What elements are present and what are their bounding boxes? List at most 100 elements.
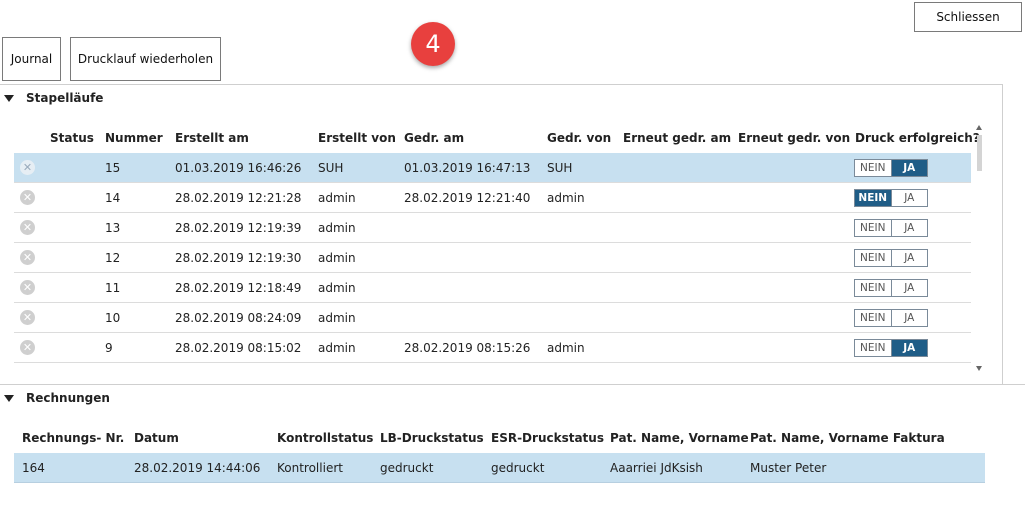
col-header-reprinted-by[interactable]: Erneut gedr. von: [738, 131, 850, 145]
toggle-no-option[interactable]: NEIN: [855, 340, 891, 356]
toggle-yes-option[interactable]: JA: [890, 310, 928, 326]
cell-number: 15: [105, 161, 121, 175]
cell-date: 28.02.2019 14:44:06: [134, 461, 261, 475]
col-header-created-at[interactable]: Erstellt am: [175, 131, 249, 145]
cell-created-at: 28.02.2019 12:19:39: [175, 221, 302, 235]
cancel-status-icon[interactable]: ✕: [20, 220, 35, 235]
col-header-patient-billing[interactable]: Pat. Name, Vorname Faktura: [750, 431, 945, 445]
cell-printed-at: 01.03.2019 16:47:13: [404, 161, 531, 175]
toolbar-divider: [0, 84, 1003, 85]
cancel-status-icon[interactable]: ✕: [20, 310, 35, 325]
batches-section-title: Stapelläufe: [26, 91, 104, 105]
toggle-no-option[interactable]: NEIN: [855, 280, 891, 296]
table-row[interactable]: ✕ 14 28.02.2019 12:21:28 admin 28.02.2019 12…: [14, 183, 971, 213]
toggle-no-option[interactable]: NEIN: [855, 160, 891, 176]
cancel-status-icon[interactable]: ✕: [20, 340, 35, 355]
col-header-invoice-no[interactable]: Rechnungs- Nr.: [22, 431, 124, 445]
toggle-no-option[interactable]: NEIN: [855, 220, 891, 236]
cell-number: 10: [105, 311, 121, 325]
cell-esr-status: gedruckt: [491, 461, 545, 475]
cell-number: 11: [105, 281, 121, 295]
collapse-triangle-icon[interactable]: [4, 394, 14, 402]
cell-patient-billing: Muster Peter: [750, 461, 827, 475]
toggle-no-option[interactable]: NEIN: [855, 190, 891, 206]
cell-printed-at: 28.02.2019 12:21:40: [404, 191, 531, 205]
cancel-status-icon[interactable]: ✕: [20, 160, 35, 175]
cell-created-at: 28.02.2019 08:24:09: [175, 311, 302, 325]
cell-printed-at: 28.02.2019 08:15:26: [404, 341, 531, 355]
cell-created-at: 01.03.2019 16:46:26: [175, 161, 302, 175]
cell-created-by: admin: [318, 191, 356, 205]
journal-button[interactable]: Journal: [2, 37, 61, 81]
table-row[interactable]: ✕ 10 28.02.2019 08:24:09 admin NEIN JA: [14, 303, 971, 333]
col-header-lb-status[interactable]: LB-Druckstatus: [380, 431, 484, 445]
table-row[interactable]: ✕ 13 28.02.2019 12:19:39 admin NEIN JA: [14, 213, 971, 243]
collapse-triangle-icon[interactable]: [4, 94, 14, 102]
cancel-status-icon[interactable]: ✕: [20, 250, 35, 265]
panel-right-border: [1002, 84, 1003, 384]
cell-created-at: 28.02.2019 12:19:30: [175, 251, 302, 265]
print-success-toggle[interactable]: NEIN JA: [854, 219, 928, 237]
cell-lb-status: gedruckt: [380, 461, 434, 475]
col-header-control-status[interactable]: Kontrollstatus: [277, 431, 373, 445]
cell-patient: Aaarriei JdKsish: [610, 461, 703, 475]
col-header-printed-at[interactable]: Gedr. am: [404, 131, 464, 145]
table-row[interactable]: ✕ 9 28.02.2019 08:15:02 admin 28.02.2019 08:…: [14, 333, 971, 363]
print-success-toggle[interactable]: NEIN JA: [854, 339, 928, 357]
cell-printed-by: SUH: [547, 161, 573, 175]
cell-created-by: admin: [318, 311, 356, 325]
toggle-no-option[interactable]: NEIN: [855, 250, 891, 266]
toggle-no-option[interactable]: NEIN: [855, 310, 891, 326]
cell-printed-by: admin: [547, 191, 585, 205]
table-row[interactable]: ✕ 15 01.03.2019 16:46:26 SUH 01.03.2019 16:4…: [14, 153, 971, 183]
cancel-status-icon[interactable]: ✕: [20, 280, 35, 295]
toggle-yes-option[interactable]: JA: [890, 190, 928, 206]
batches-section-header[interactable]: Stapelläufe: [4, 91, 103, 105]
cell-created-by: admin: [318, 251, 356, 265]
toggle-yes-option[interactable]: JA: [890, 340, 927, 356]
cell-printed-by: admin: [547, 341, 585, 355]
cell-control-status: Kontrolliert: [277, 461, 343, 475]
step-badge: 4: [411, 22, 455, 66]
print-success-toggle[interactable]: NEIN JA: [854, 309, 928, 327]
col-header-patient[interactable]: Pat. Name, Vorname: [610, 431, 749, 445]
print-success-toggle[interactable]: NEIN JA: [854, 279, 928, 297]
cell-number: 9: [105, 341, 113, 355]
batches-scrollbar[interactable]: [975, 125, 985, 371]
table-row[interactable]: 164 28.02.2019 14:44:06 Kontrolliert gedruc…: [14, 453, 985, 483]
cell-number: 14: [105, 191, 121, 205]
print-success-toggle[interactable]: NEIN JA: [854, 159, 928, 177]
section-divider: [0, 384, 1025, 385]
close-button[interactable]: Schliessen: [914, 2, 1022, 32]
col-header-printed-by[interactable]: Gedr. von: [547, 131, 611, 145]
cell-created-at: 28.02.2019 12:21:28: [175, 191, 302, 205]
toggle-yes-option[interactable]: JA: [890, 280, 928, 296]
table-row[interactable]: ✕ 11 28.02.2019 12:18:49 admin NEIN JA: [14, 273, 971, 303]
col-header-date[interactable]: Datum: [134, 431, 179, 445]
cell-created-by: SUH: [318, 161, 344, 175]
toggle-yes-option[interactable]: JA: [890, 220, 928, 236]
cell-number: 12: [105, 251, 121, 265]
invoices-section-header[interactable]: Rechnungen: [4, 391, 110, 405]
toggle-yes-option[interactable]: JA: [890, 250, 928, 266]
toggle-yes-option[interactable]: JA: [890, 160, 927, 176]
print-success-toggle[interactable]: NEIN JA: [854, 189, 928, 207]
reprint-batch-button[interactable]: Drucklauf wiederholen: [70, 37, 221, 81]
col-header-esr-status[interactable]: ESR-Druckstatus: [491, 431, 604, 445]
invoices-section-title: Rechnungen: [26, 391, 110, 405]
col-header-print-ok[interactable]: Druck erfolgreich?: [855, 131, 980, 145]
cancel-status-icon[interactable]: ✕: [20, 190, 35, 205]
col-header-created-by[interactable]: Erstellt von: [318, 131, 396, 145]
scroll-up-icon[interactable]: [976, 125, 982, 130]
col-header-status[interactable]: Status: [50, 131, 94, 145]
table-row[interactable]: ✕ 12 28.02.2019 12:19:30 admin NEIN JA: [14, 243, 971, 273]
cell-created-at: 28.02.2019 12:18:49: [175, 281, 302, 295]
scroll-down-icon[interactable]: [976, 366, 982, 371]
col-header-number[interactable]: Nummer: [105, 131, 163, 145]
print-success-toggle[interactable]: NEIN JA: [854, 249, 928, 267]
cell-created-at: 28.02.2019 08:15:02: [175, 341, 302, 355]
cell-created-by: admin: [318, 341, 356, 355]
cell-created-by: admin: [318, 221, 356, 235]
scroll-thumb[interactable]: [977, 135, 982, 171]
col-header-reprinted-at[interactable]: Erneut gedr. am: [623, 131, 731, 145]
